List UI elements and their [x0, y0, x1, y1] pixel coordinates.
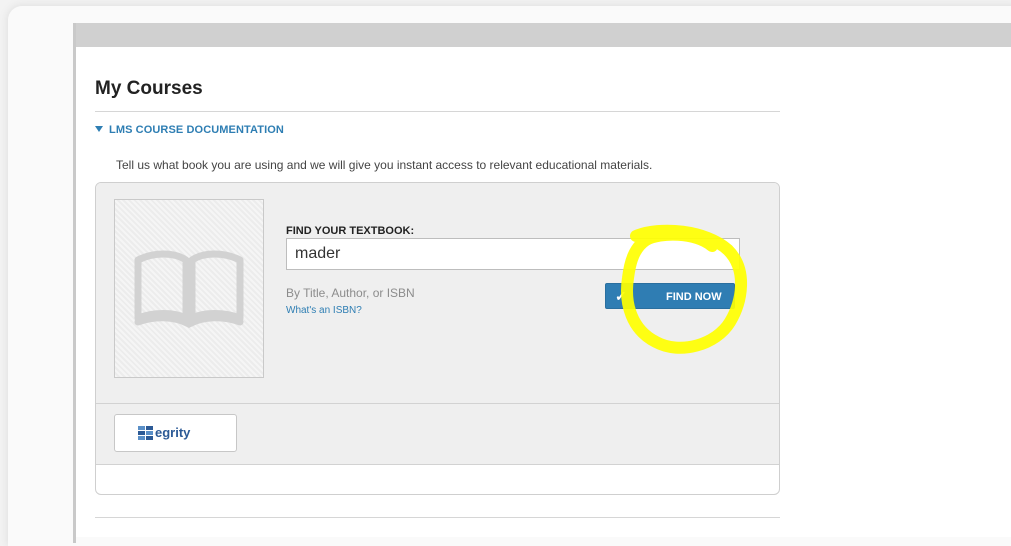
caret-down-icon	[95, 126, 103, 132]
intro-text: Tell us what book you are using and we w…	[116, 158, 653, 172]
textbook-search-input[interactable]	[286, 238, 740, 270]
egrity-label: egrity	[155, 425, 191, 440]
textbook-panel: FIND YOUR TEXTBOOK: By Title, Author, or…	[95, 182, 780, 495]
page-title: My Courses	[95, 78, 203, 99]
integration-area: egrity	[96, 404, 779, 465]
lms-documentation-toggle[interactable]: LMS COURSE DOCUMENTATION	[95, 124, 284, 136]
egrity-button[interactable]: egrity	[114, 414, 237, 452]
find-textbook-label: FIND YOUR TEXTBOOK:	[286, 225, 415, 237]
find-now-button[interactable]: ✓ FIND NOW	[605, 283, 735, 309]
whats-an-isbn-link[interactable]: What's an ISBN?	[286, 305, 362, 316]
top-bar	[76, 23, 1011, 47]
textbook-search-area: FIND YOUR TEXTBOOK: By Title, Author, or…	[96, 183, 779, 404]
lms-documentation-label: LMS COURSE DOCUMENTATION	[109, 124, 284, 136]
bottom-divider	[95, 517, 780, 518]
open-book-icon	[134, 250, 244, 328]
egrity-logo-icon	[138, 426, 153, 440]
book-placeholder	[114, 199, 264, 378]
title-divider	[95, 111, 780, 112]
find-now-label: FIND NOW	[666, 291, 722, 303]
search-hint: By Title, Author, or ISBN	[286, 286, 415, 300]
check-icon: ✓	[615, 288, 627, 304]
main-content: My Courses LMS COURSE DOCUMENTATION Tell…	[76, 47, 1011, 537]
